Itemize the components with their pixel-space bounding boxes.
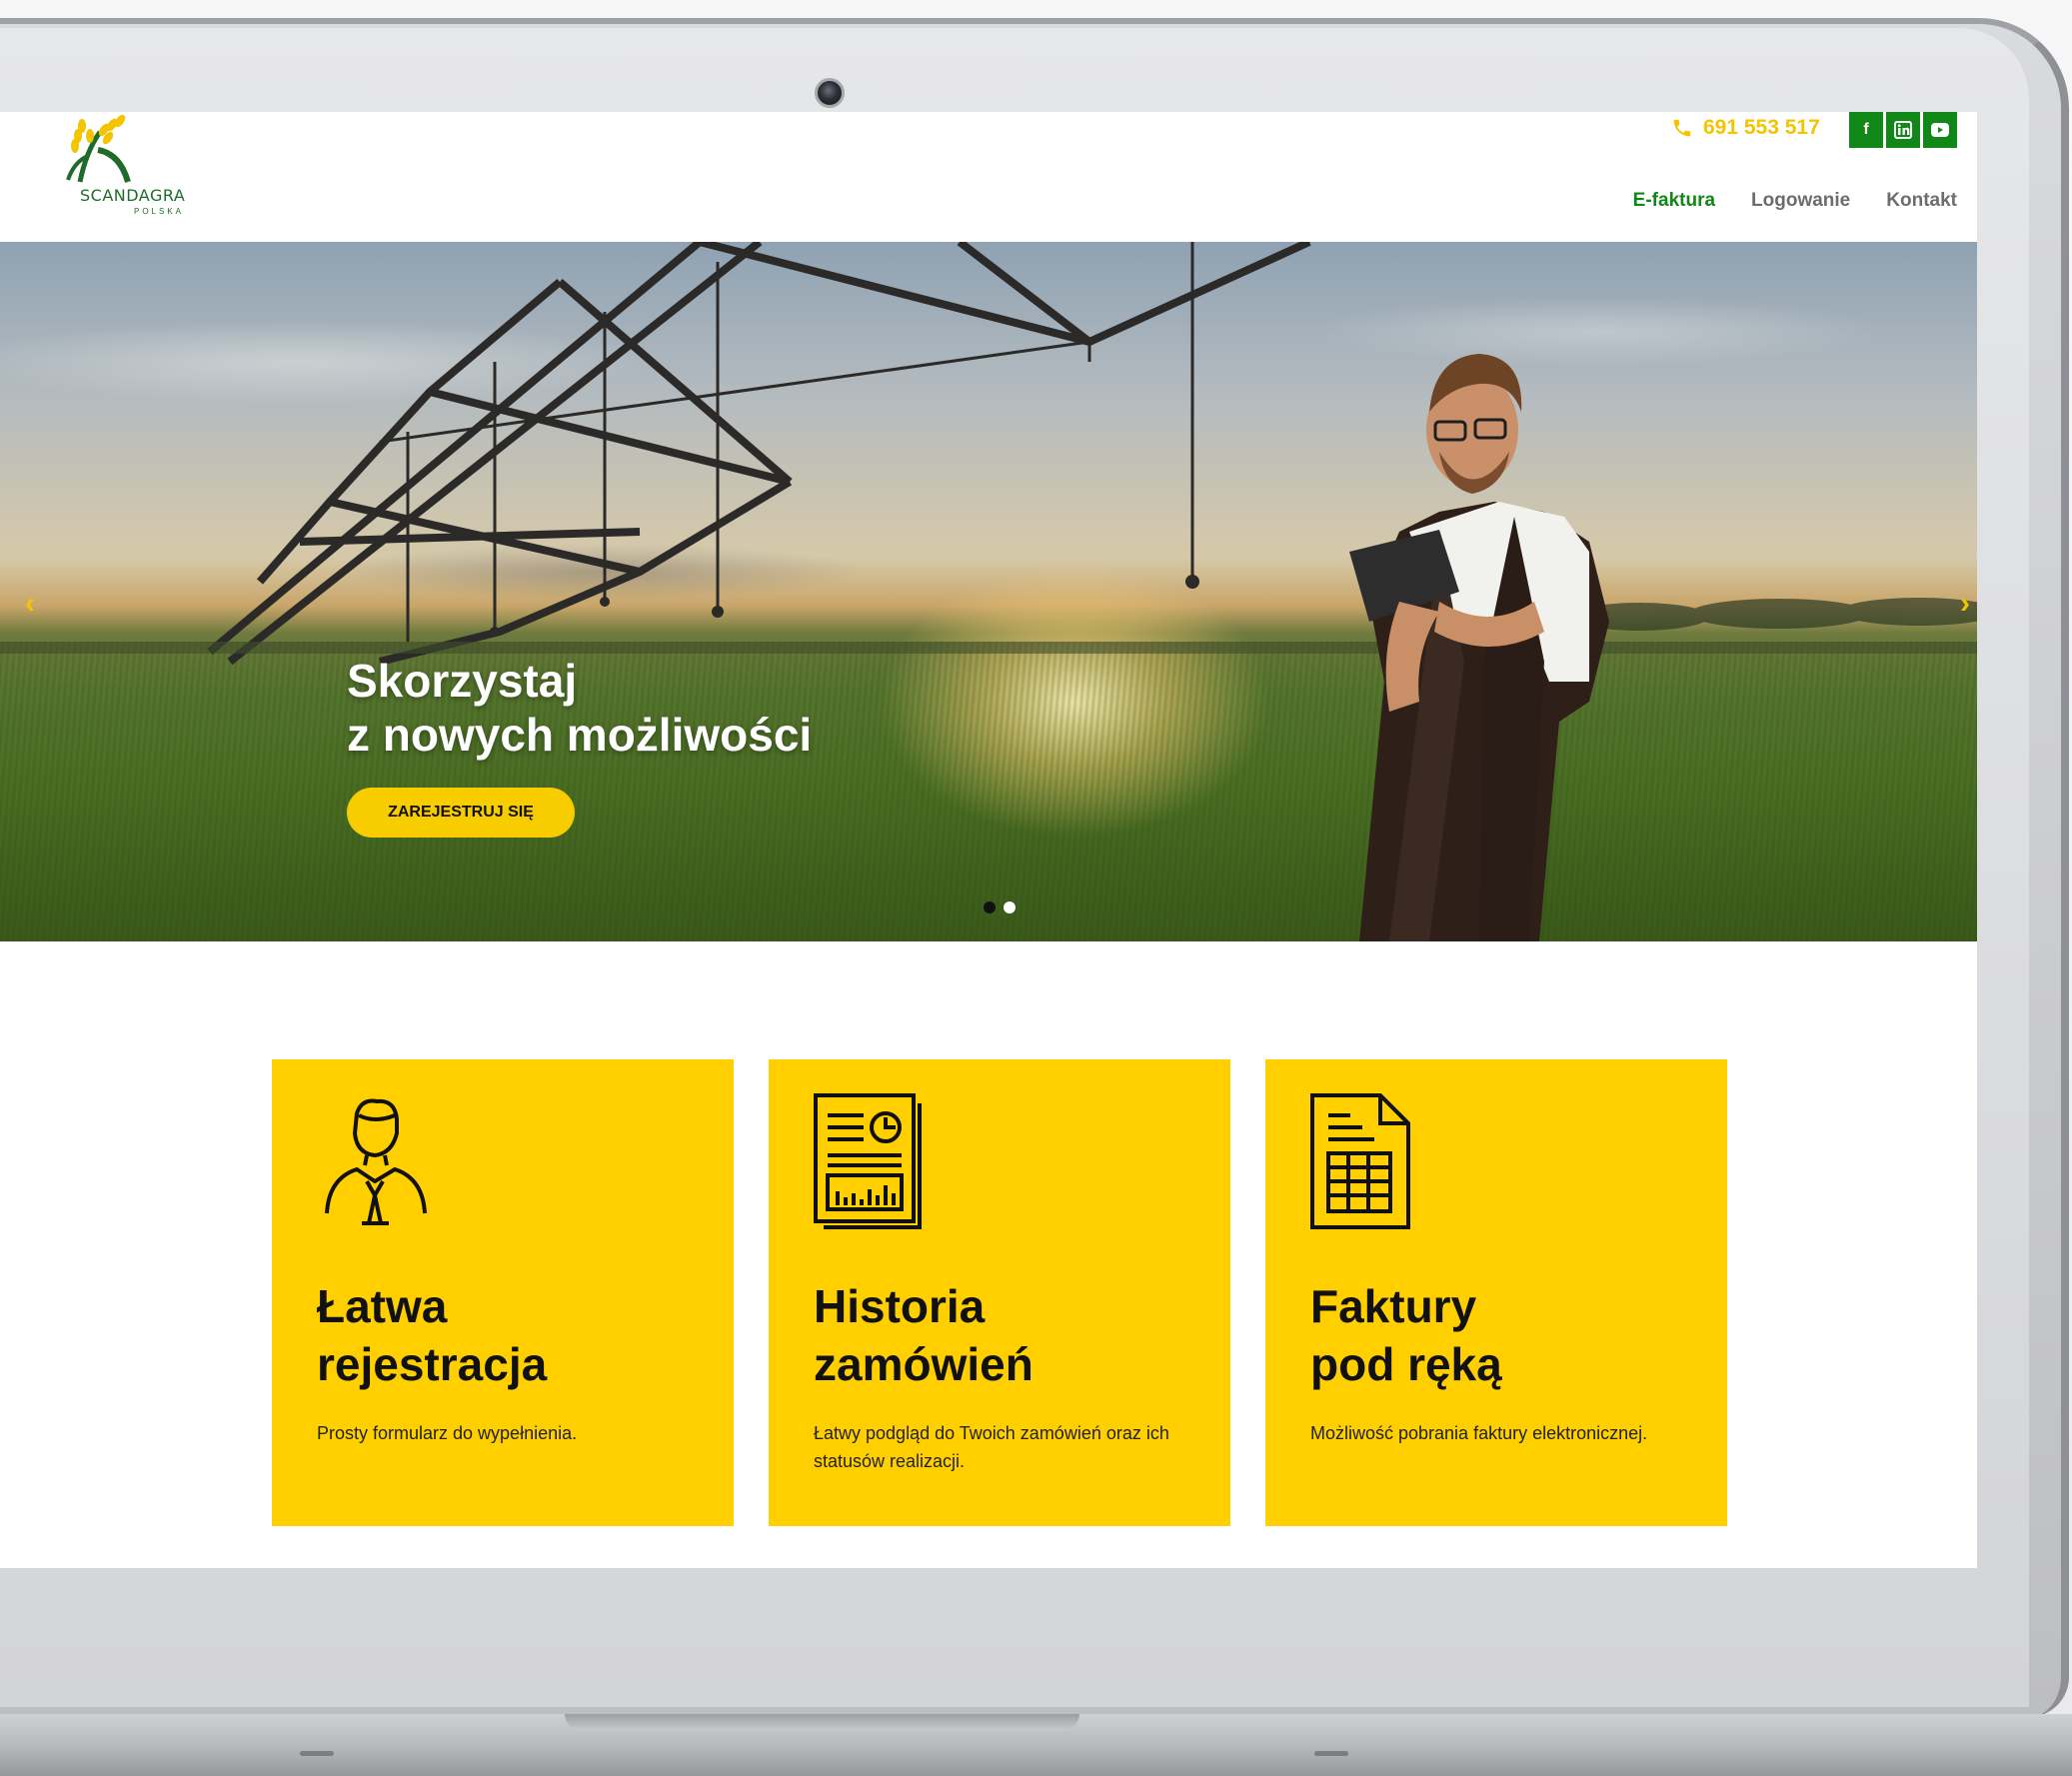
feature-text: Łatwy podgląd do Twoich zamówień oraz ic… xyxy=(814,1423,1169,1471)
feature-title-line-2: pod ręką xyxy=(1310,1338,1502,1390)
feature-card-invoices[interactable]: Faktury pod ręką Możliwość pobrania fakt… xyxy=(1265,1059,1727,1526)
logo-text: SCANDAGRA xyxy=(80,186,186,205)
hero-title: Skorzystaj z nowych możliwości xyxy=(347,654,812,762)
slider-dot-2[interactable] xyxy=(1004,901,1016,913)
farmer-with-tablet-image xyxy=(1349,354,1609,941)
feature-text: Prosty formularz do wypełnienia. xyxy=(317,1423,578,1443)
hero-title-line-1: Skorzystaj xyxy=(347,655,578,707)
youtube-glyph-icon xyxy=(1931,123,1949,137)
feature-title: Łatwa rejestracja xyxy=(317,1277,547,1393)
feature-card-registration[interactable]: Łatwa rejestracja Prosty formularz do wy… xyxy=(272,1059,734,1526)
webcam xyxy=(815,78,845,108)
user-icon xyxy=(325,1098,427,1225)
laptop-hinge xyxy=(565,1714,1079,1730)
youtube-icon[interactable] xyxy=(1923,112,1957,148)
slider-dots xyxy=(984,901,1016,913)
linkedin-glyph-icon xyxy=(1894,121,1912,139)
nav-logowanie[interactable]: Logowanie xyxy=(1751,190,1850,212)
nav-kontakt[interactable]: Kontakt xyxy=(1886,190,1957,212)
feature-title: Historia zamówień xyxy=(814,1277,1034,1393)
slider-prev-icon[interactable]: ‹ xyxy=(18,587,42,620)
invoice-icon xyxy=(1310,1093,1410,1229)
logo-subtext: POLSKA xyxy=(134,207,185,216)
linkedin-icon[interactable] xyxy=(1886,112,1920,148)
social-links: f xyxy=(1849,112,1957,148)
feature-card-orders[interactable]: Historia zamówień Łatwy podgląd do Twoic… xyxy=(769,1059,1230,1526)
facebook-icon[interactable]: f xyxy=(1849,112,1883,148)
report-icon xyxy=(814,1093,922,1229)
slider-next-icon[interactable]: › xyxy=(1953,587,1977,620)
laptop-foot xyxy=(300,1751,334,1756)
slider-dot-1[interactable] xyxy=(984,901,996,913)
feature-title: Faktury pod ręką xyxy=(1310,1277,1502,1393)
phone-number[interactable]: 691 553 517 xyxy=(1671,116,1820,140)
website-screen: SCANDAGRA POLSKA 691 553 517 f E-faktura xyxy=(0,112,1977,1568)
register-button[interactable]: ZAREJESTRUJ SIĘ xyxy=(347,788,575,838)
main-nav: E-faktura Logowanie Kontakt xyxy=(1633,190,1957,212)
phone-icon xyxy=(1673,119,1691,137)
hero-slider: Skorzystaj z nowych możliwości ZAREJESTR… xyxy=(0,242,1977,941)
logo[interactable]: SCANDAGRA POLSKA xyxy=(38,112,185,222)
feature-title-line-2: rejestracja xyxy=(317,1338,548,1390)
feature-title-line-1: Łatwa xyxy=(317,1280,448,1332)
irrigation-pivot-image xyxy=(0,242,1977,666)
hero-title-line-2: z nowych możliwości xyxy=(347,709,813,761)
laptop-foot xyxy=(1314,1751,1348,1756)
feature-title-line-1: Historia xyxy=(814,1280,986,1332)
feature-title-line-1: Faktury xyxy=(1310,1280,1477,1332)
nav-e-faktura[interactable]: E-faktura xyxy=(1633,190,1715,212)
wheat-logo-icon xyxy=(66,114,131,183)
feature-text: Możliwość pobrania faktury elektroniczne… xyxy=(1310,1423,1648,1443)
phone-number-text: 691 553 517 xyxy=(1703,116,1820,139)
feature-title-line-2: zamówień xyxy=(814,1338,1034,1390)
